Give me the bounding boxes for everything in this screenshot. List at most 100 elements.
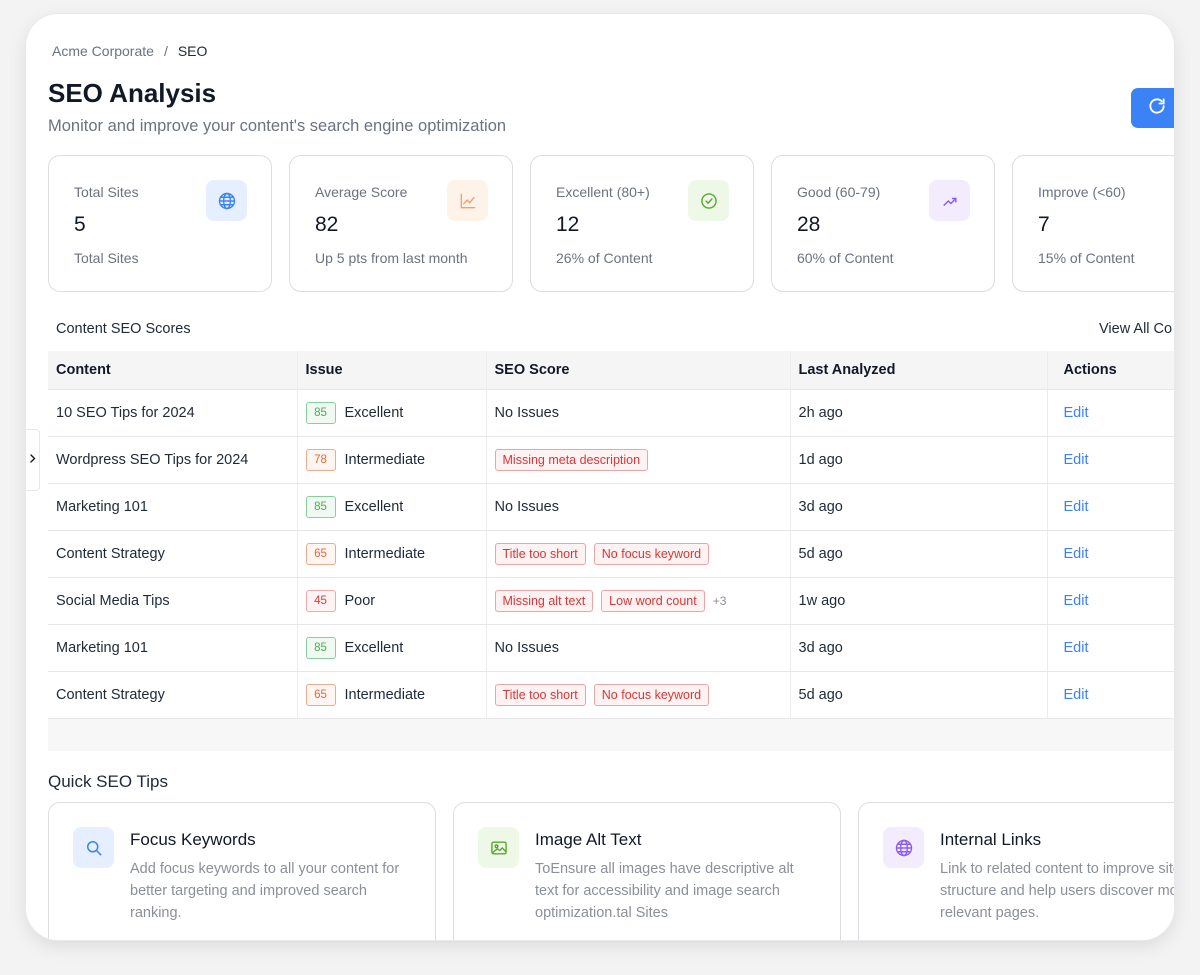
score-badge: 45 bbox=[305, 590, 336, 612]
main-content: Acme Corporate / SEO SEO Analysis Monito… bbox=[48, 14, 1174, 940]
table-row: Marketing 101 85 Excellent No Issues 3d a… bbox=[48, 624, 1174, 672]
score-cell: 85 Excellent bbox=[296, 624, 486, 672]
tip-card-focus-keywords: Focus Keywords Add focus keywords to all… bbox=[48, 802, 436, 940]
stat-label: Total Sites bbox=[74, 184, 139, 200]
stat-value: 7 bbox=[1038, 213, 1050, 236]
no-issues-text: No Issues bbox=[494, 405, 559, 421]
check-circle-icon bbox=[688, 180, 729, 221]
edit-link[interactable]: Edit bbox=[1064, 640, 1089, 656]
issue-tag: Missing meta description bbox=[494, 449, 649, 471]
issue-tag: Missing alt text bbox=[494, 590, 594, 612]
column-header-content[interactable]: Content bbox=[48, 351, 297, 390]
edit-link[interactable]: Edit bbox=[1064, 499, 1089, 515]
issue-tag: Title too short bbox=[494, 684, 586, 706]
column-header-last-analyzed[interactable]: Last Analyzed bbox=[789, 351, 1047, 390]
table-row: Content Strategy 65 Intermediate Title to… bbox=[48, 530, 1174, 578]
tip-title: Internal Links bbox=[940, 830, 1042, 849]
table-row: Wordpress SEO Tips for 2024 78 Intermedia… bbox=[48, 436, 1174, 484]
actions-cell: Edit bbox=[1046, 530, 1174, 578]
edit-link[interactable]: Edit bbox=[1064, 687, 1089, 703]
actions-cell: Edit bbox=[1046, 671, 1174, 719]
content-title: 10 SEO Tips for 2024 bbox=[48, 389, 297, 437]
chevron-right-icon bbox=[28, 451, 37, 469]
issue-tag: No focus keyword bbox=[593, 543, 710, 565]
sidebar-expand-toggle[interactable] bbox=[26, 430, 39, 490]
column-header-seo-score[interactable]: SEO Score bbox=[485, 351, 790, 390]
content-title: Content Strategy bbox=[48, 530, 297, 578]
score-badge: 85 bbox=[305, 402, 336, 424]
stat-sub: 15% of Content bbox=[1038, 250, 1135, 266]
tip-card-image-alt-text: Image Alt Text ToEnsure all images have … bbox=[453, 802, 841, 940]
stat-label: Improve (<60) bbox=[1038, 184, 1126, 200]
view-all-link[interactable]: View All Co bbox=[1099, 321, 1172, 337]
last-analyzed: 3d ago bbox=[789, 483, 1047, 531]
last-analyzed: 1d ago bbox=[789, 436, 1047, 484]
score-level: Intermediate bbox=[344, 545, 426, 562]
stat-sub: Total Sites bbox=[74, 250, 139, 266]
no-issues-text: No Issues bbox=[494, 640, 559, 656]
table-row: Marketing 101 85 Excellent No Issues 3d a… bbox=[48, 483, 1174, 531]
stat-label: Average Score bbox=[315, 184, 408, 200]
content-table: Content Issue SEO Score Last Analyzed Ac… bbox=[48, 351, 1174, 719]
score-cell: 45 Poor bbox=[296, 577, 486, 625]
content-title: Wordpress SEO Tips for 2024 bbox=[48, 436, 297, 484]
app-window: Acme Corporate / SEO SEO Analysis Monito… bbox=[26, 14, 1174, 940]
stat-value: 5 bbox=[74, 213, 86, 236]
score-badge: 65 bbox=[305, 543, 336, 565]
issue-tag: Low word count bbox=[601, 590, 705, 612]
content-table-container: Content Issue SEO Score Last Analyzed Ac… bbox=[48, 351, 1174, 751]
score-level: Intermediate bbox=[344, 451, 426, 468]
breadcrumb-org[interactable]: Acme Corporate bbox=[52, 43, 154, 59]
stat-sub: 26% of Content bbox=[556, 250, 653, 266]
edit-link[interactable]: Edit bbox=[1064, 405, 1089, 421]
edit-link[interactable]: Edit bbox=[1064, 452, 1089, 468]
stat-value: 82 bbox=[315, 213, 339, 236]
issues-cell: Missing meta description bbox=[485, 436, 790, 484]
score-badge: 85 bbox=[305, 637, 336, 659]
globe-icon bbox=[206, 180, 247, 221]
tip-description: Link to related content to improve site … bbox=[940, 861, 1174, 921]
stat-sub: Up 5 pts from last month bbox=[315, 250, 468, 266]
stat-value: 28 bbox=[797, 213, 821, 236]
score-level: Excellent bbox=[344, 639, 404, 656]
actions-cell: Edit bbox=[1046, 624, 1174, 672]
score-badge: 78 bbox=[305, 449, 336, 471]
last-analyzed: 2h ago bbox=[789, 389, 1047, 437]
stat-card-good: Good (60-79) 28 60% of Content bbox=[771, 155, 995, 292]
issues-cell: Missing alt text Low word count +3 bbox=[485, 577, 790, 625]
score-level: Intermediate bbox=[344, 686, 426, 703]
score-level: Excellent bbox=[344, 498, 404, 515]
actions-cell: Edit bbox=[1046, 436, 1174, 484]
content-title: Social Media Tips bbox=[48, 577, 297, 625]
score-badge: 65 bbox=[305, 684, 336, 706]
stat-value: 12 bbox=[556, 213, 580, 236]
tips-row: Focus Keywords Add focus keywords to all… bbox=[48, 802, 1174, 940]
more-issues-count[interactable]: +3 bbox=[713, 594, 727, 608]
refresh-icon bbox=[1147, 96, 1167, 121]
refresh-button[interactable] bbox=[1131, 88, 1174, 128]
content-section-title: Content SEO Scores bbox=[56, 321, 191, 337]
score-cell: 65 Intermediate bbox=[296, 530, 486, 578]
stat-sub: 60% of Content bbox=[797, 250, 894, 266]
edit-link[interactable]: Edit bbox=[1064, 546, 1089, 562]
table-row: Content Strategy 65 Intermediate Title to… bbox=[48, 671, 1174, 719]
stat-card-total-sites: Total Sites 5 Total Sites bbox=[48, 155, 272, 292]
no-issues-text: No Issues bbox=[494, 499, 559, 515]
chart-icon bbox=[447, 180, 488, 221]
search-icon bbox=[73, 827, 114, 868]
last-analyzed: 5d ago bbox=[789, 671, 1047, 719]
score-cell: 85 Excellent bbox=[296, 483, 486, 531]
issues-cell: Title too short No focus keyword bbox=[485, 530, 790, 578]
last-analyzed: 5d ago bbox=[789, 530, 1047, 578]
score-cell: 78 Intermediate bbox=[296, 436, 486, 484]
stat-card-average-score: Average Score 82 Up 5 pts from last mont… bbox=[289, 155, 513, 292]
column-header-issue[interactable]: Issue bbox=[296, 351, 486, 390]
tip-title: Image Alt Text bbox=[535, 830, 642, 849]
edit-link[interactable]: Edit bbox=[1064, 593, 1089, 609]
breadcrumb-separator: / bbox=[163, 43, 168, 59]
page-subtitle: Monitor and improve your content's searc… bbox=[48, 117, 507, 135]
tip-card-internal-links: Internal Links Link to related content t… bbox=[858, 802, 1174, 940]
actions-cell: Edit bbox=[1046, 483, 1174, 531]
breadcrumb-current: SEO bbox=[177, 43, 208, 59]
image-icon bbox=[478, 827, 519, 868]
